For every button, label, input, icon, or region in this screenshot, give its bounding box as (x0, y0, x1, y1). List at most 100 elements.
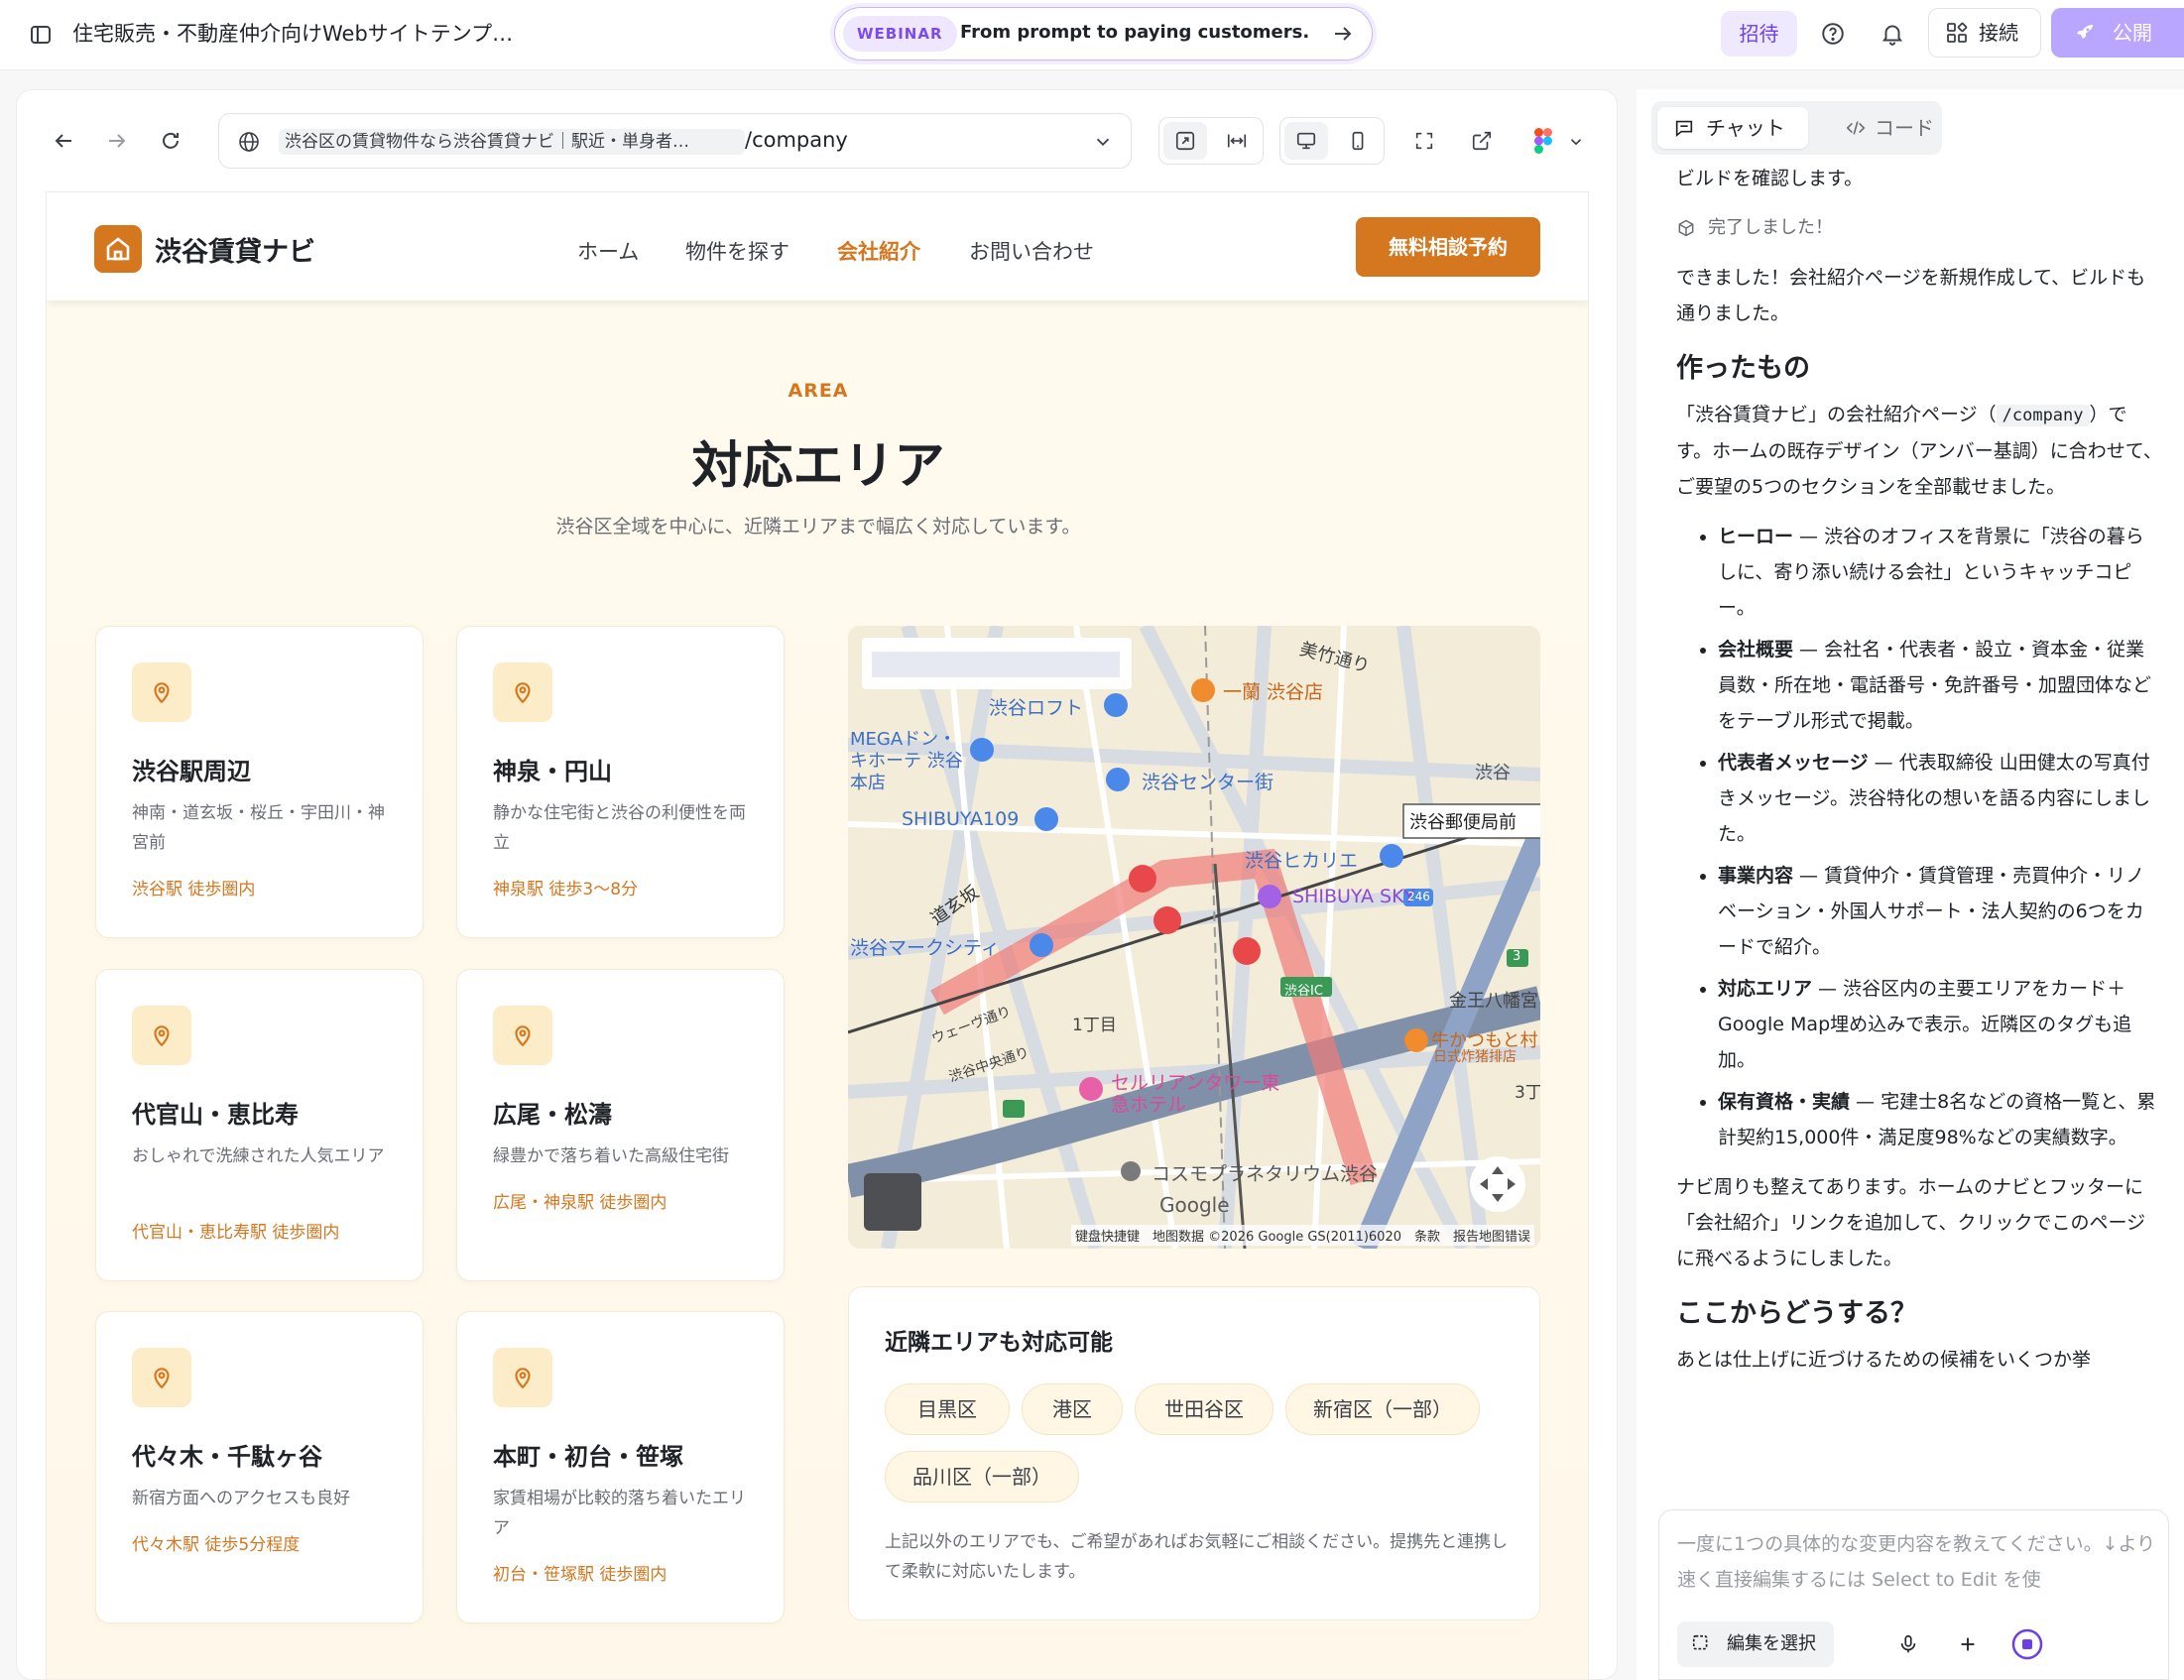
chevron-down-icon[interactable] (1092, 131, 1114, 153)
tab-chat[interactable]: チャット (1657, 107, 1808, 149)
project-title[interactable]: 住宅販売・不動産仲介向けWebサイトテンプ… (72, 18, 513, 48)
rocket-icon (2073, 21, 2097, 45)
area-card: 渋谷駅周辺 神南・道玄坂・桜丘・宇田川・神宮前 渋谷駅 徒歩圏内 (95, 626, 424, 938)
connect-button[interactable]: 接続 (1928, 8, 2041, 58)
map-label: 渋谷郵便局前 (1409, 812, 1517, 833)
area-chip: 品川区（一部） (885, 1451, 1079, 1502)
code-icon (1845, 117, 1867, 139)
map-label: 渋谷IC (1284, 984, 1323, 999)
map-attribution[interactable]: 键盘快捷键 地图数据 ©2026 Google GS(2011)6020 条款 … (1071, 1225, 1534, 1246)
map-label: 3丁目 (1515, 1083, 1540, 1103)
map-pin-icon (132, 662, 191, 722)
webinar-text: From prompt to paying customers. (960, 22, 1310, 43)
list-item: ヒーロー — 渋谷のオフィスを背景に「渋谷の暮らしに、寄り添い続ける会社」という… (1718, 519, 2162, 626)
area-access: 渋谷駅 徒歩圏内 (132, 880, 256, 900)
stop-icon[interactable] (2008, 1625, 2046, 1663)
list-item-key: 会社概要 (1718, 639, 1794, 660)
map-label: 渋谷マークシティ (850, 937, 1000, 959)
nav-properties[interactable]: 物件を探す (685, 236, 789, 266)
map-label: MEGAドン・キホーテ 渋谷本店 (850, 729, 963, 793)
figma-icon[interactable] (1525, 123, 1561, 159)
area-access: 初台・笹塚駅 徒歩圏内 (493, 1565, 667, 1585)
list-item-key: 保有資格・実績 (1718, 1091, 1851, 1113)
map-pin-icon (493, 1006, 552, 1065)
url-path: /company (745, 128, 848, 152)
map-label: 渋谷センター街 (1142, 772, 1274, 793)
desktop-icon[interactable] (1284, 122, 1328, 160)
list-item: 会社概要 — 会社名・代表者・設立・資本金・従業員数・所在地・電話番号・免許番号… (1718, 632, 2162, 739)
nav-contact[interactable]: お問い合わせ (969, 236, 1094, 266)
list-item-key: 対応エリア (1718, 978, 1813, 1000)
chat-input[interactable]: 一度に1つの具体的な変更内容を教えてください。↓より速く直接編集するには Sel… (1658, 1509, 2169, 1680)
area-description: 緑豊かで落ち着いた高級住宅街 (493, 1146, 729, 1166)
microphone-icon[interactable] (1891, 1627, 1925, 1661)
chevron-down-icon[interactable] (1563, 129, 1589, 155)
cube-icon (1676, 218, 1696, 238)
plus-icon[interactable] (1951, 1627, 1985, 1661)
list-item: 代表者メッセージ — 代表取締役 山田健太の写真付きメッセージ。渋谷特化の想いを… (1718, 745, 2162, 852)
map-label: 渋谷 (1475, 763, 1511, 783)
status-done-label: 完了しました！ (1708, 217, 1833, 238)
url-bar[interactable]: 渋谷区の賃貸物件なら渋谷賃貸ナビ｜駅近・単身者… /company (218, 113, 1132, 169)
area-card: 代官山・恵比寿 おしゃれで洗練された人気エリア 代官山・恵比寿駅 徒歩圏内 (95, 969, 424, 1281)
select-to-edit-button[interactable]: 編集を選択 (1677, 1621, 1834, 1667)
nav-home[interactable]: ホーム (577, 236, 639, 266)
section-subtitle: 渋谷区全域を中心に、近隣エリアまで幅広く対応しています。 (555, 516, 1081, 538)
tab-code[interactable]: コード (1835, 107, 1934, 149)
chat-input-placeholder[interactable]: 一度に1つの具体的な変更内容を教えてください。↓より速く直接編集するには Sel… (1677, 1526, 2163, 1598)
nearby-areas-card: 近隣エリアも対応可能 目黒区 港区 世田谷区 新宿区（一部） 品川区（一部） 上… (848, 1286, 1540, 1620)
external-link-icon[interactable] (1464, 123, 1500, 159)
back-arrow-icon[interactable] (48, 125, 79, 157)
section-title: 対応エリア (691, 437, 945, 496)
area-access: 広尾・神泉駅 徒歩圏内 (493, 1193, 667, 1213)
consultation-button[interactable]: 無料相談予約 (1356, 217, 1540, 277)
area-card: 広尾・松濤 緑豊かで落ち着いた高級住宅街 広尾・神泉駅 徒歩圏内 (456, 969, 785, 1281)
width-icon[interactable] (1215, 122, 1259, 160)
map-label: コスモプラネタリウム渋谷 (1152, 1163, 1379, 1185)
resize-tool-group (1158, 117, 1264, 165)
google-logo: Google (1159, 1193, 1230, 1217)
chat-message: ビルドを確認します。 (1676, 169, 1864, 189)
fit-screen-icon[interactable] (1163, 122, 1207, 160)
area-access: 神泉駅 徒歩3〜8分 (493, 880, 639, 900)
home-logo-icon[interactable] (94, 225, 142, 273)
area-description: おしゃれで洗練された人気エリア (132, 1146, 385, 1166)
map-label: 渋谷ロフト (989, 697, 1084, 719)
map-pin-icon (493, 662, 552, 722)
bell-icon[interactable] (1877, 18, 1908, 50)
inline-code: /company (1996, 405, 2090, 426)
google-map-embed[interactable]: 美竹通り 一蘭 渋谷店 渋谷ロフト MEGAドン・キホーテ 渋谷本店 渋谷センタ… (848, 626, 1540, 1249)
select-cursor-icon (1691, 1633, 1713, 1655)
forward-arrow-icon[interactable] (101, 125, 133, 157)
invite-button[interactable]: 招待 (1721, 11, 1797, 57)
webinar-banner[interactable]: WEBINAR From prompt to paying customers. (834, 7, 1373, 60)
mobile-icon[interactable] (1336, 122, 1380, 160)
site-preview: 渋谷賃貸ナビ ホーム 物件を探す 会社紹介 お問い合わせ 無料相談予約 AREA… (46, 191, 1589, 1680)
area-title: 代官山・恵比寿 (132, 1101, 299, 1129)
map-label: SHIBUYA109 (902, 808, 1020, 830)
area-title: 本町・初台・笹塚 (493, 1443, 683, 1471)
map-label: SHIBUYA SKY (1292, 886, 1415, 907)
help-icon[interactable] (1817, 18, 1849, 50)
map-label: セルリアンタワー東急ホテル (1111, 1072, 1280, 1116)
map-label: 3 (1513, 949, 1521, 964)
sidebar-toggle-icon[interactable] (26, 20, 56, 50)
map-label: 1丁目 (1072, 1016, 1117, 1035)
status-done: 完了しました！ (1676, 210, 2162, 246)
reload-icon[interactable] (155, 125, 186, 157)
nav-company[interactable]: 会社紹介 (837, 236, 920, 266)
connect-label: 接続 (1979, 21, 2018, 45)
section-label: AREA (788, 380, 849, 402)
publish-button[interactable]: 公開 (2051, 8, 2184, 58)
map-label: 246 (1407, 890, 1430, 903)
device-tool-group (1279, 117, 1385, 165)
list-item: 保有資格・実績 — 宅建士8名などの資格一覧と、累計契約15,000件・満足度9… (1718, 1084, 2162, 1155)
webinar-badge: WEBINAR (843, 16, 957, 52)
chat-heading: ここからどうする？ (1676, 1298, 1917, 1329)
area-description: 静かな住宅街と渋谷の利便性を両立 (493, 803, 746, 853)
site-logo-text[interactable]: 渋谷賃貸ナビ (155, 230, 315, 269)
area-card: 本町・初台・笹塚 家賃相場が比較的落ち着いたエリア 初台・笹塚駅 徒歩圏内 (456, 1311, 785, 1623)
chat-heading: 作ったもの (1676, 353, 1810, 384)
fullscreen-icon[interactable] (1406, 123, 1442, 159)
list-item-key: 事業内容 (1718, 865, 1794, 887)
